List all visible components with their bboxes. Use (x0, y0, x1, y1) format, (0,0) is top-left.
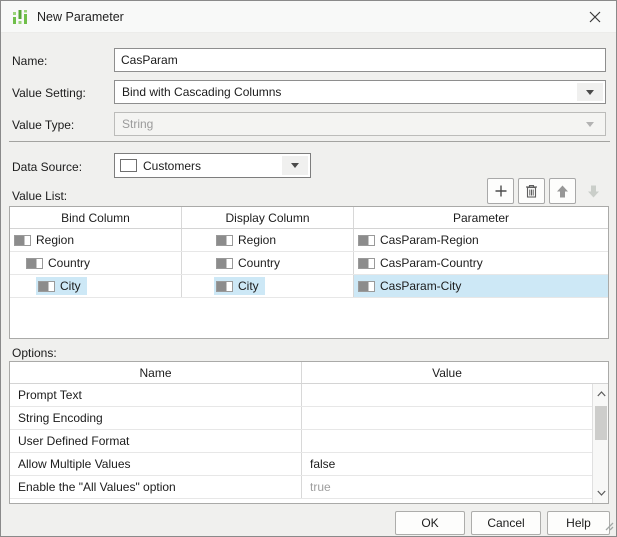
column-header-bind-column: Bind Column (10, 207, 182, 228)
title-bar: New Parameter (1, 1, 616, 33)
options-row[interactable]: String Encoding (10, 407, 608, 430)
value-setting-label: Value Setting: (12, 86, 86, 100)
options-table: Name Value Prompt Text String Encoding U… (9, 361, 609, 504)
scroll-up-icon[interactable] (593, 386, 609, 402)
scrollbar-thumb[interactable] (595, 406, 607, 440)
column-header-display-column: Display Column (182, 207, 354, 228)
field-icon (358, 280, 375, 292)
name-label: Name: (12, 54, 48, 68)
parameter-cell[interactable]: CasParam-Region (354, 229, 608, 251)
resize-grip[interactable] (603, 520, 614, 534)
move-up-button[interactable] (549, 178, 576, 204)
option-value-cell[interactable]: true (302, 476, 592, 498)
option-name-cell: Allow Multiple Values (10, 453, 302, 475)
bind-column-cell[interactable]: City (10, 275, 182, 297)
plus-icon (495, 185, 506, 197)
display-column-cell[interactable]: Country (182, 252, 354, 274)
option-name-cell: Prompt Text (10, 384, 302, 406)
data-source-dropdown[interactable]: Customers (114, 153, 311, 178)
help-button[interactable]: Help (547, 511, 610, 535)
bind-column-cell[interactable]: Region (10, 229, 182, 251)
option-value-cell[interactable] (302, 407, 592, 429)
option-name-cell: String Encoding (10, 407, 302, 429)
field-icon (216, 280, 233, 292)
field-icon (26, 257, 43, 269)
value-list-rows: Region Region CasParam-Region Country Co… (10, 229, 608, 298)
options-row[interactable]: Enable the "All Values" option true (10, 476, 608, 499)
field-icon (14, 234, 31, 246)
value-list-label: Value List: (12, 189, 68, 203)
option-value-cell[interactable] (302, 384, 592, 406)
field-icon (358, 257, 375, 269)
value-list-row[interactable]: City City CasParam-City (10, 275, 608, 298)
close-button[interactable] (580, 1, 610, 32)
value-list-header-row: Bind Column Display Column Parameter (10, 207, 608, 229)
options-row[interactable]: Allow Multiple Values false (10, 453, 608, 476)
value-list-row[interactable]: Region Region CasParam-Region (10, 229, 608, 252)
close-x-icon (589, 11, 601, 22)
field-icon (216, 234, 233, 246)
display-column-cell[interactable]: City (182, 275, 354, 297)
column-header-name: Name (10, 362, 302, 383)
value-setting-dropdown[interactable]: Bind with Cascading Columns (114, 80, 606, 104)
value-type-dropdown: String (114, 112, 606, 136)
options-header-row: Name Value (10, 362, 608, 384)
cancel-button[interactable]: Cancel (471, 511, 541, 535)
column-header-value: Value (432, 365, 462, 380)
value-type-value: String (122, 117, 154, 131)
column-header-parameter: Parameter (452, 210, 510, 225)
value-list-row[interactable]: Country Country CasParam-Country (10, 252, 608, 275)
value-list-toolbar (487, 178, 607, 204)
dialog-title: New Parameter (37, 10, 124, 24)
section-divider (9, 141, 610, 142)
parameter-cell[interactable]: CasParam-City (354, 275, 608, 297)
bind-column-cell[interactable]: Country (10, 252, 182, 274)
trash-icon (526, 184, 537, 198)
field-icon (38, 280, 55, 292)
option-value-cell[interactable]: false (302, 453, 592, 475)
value-setting-dropdown-button[interactable] (577, 83, 603, 101)
data-source-label: Data Source: (12, 160, 83, 174)
value-list-table: Bind Column Display Column Parameter Reg… (9, 206, 609, 339)
display-column-cell[interactable]: Region (182, 229, 354, 251)
table-icon (120, 159, 137, 172)
scroll-down-icon[interactable] (593, 485, 609, 501)
arrow-up-icon (557, 185, 568, 197)
value-type-label: Value Type: (12, 118, 75, 132)
data-source-dropdown-button[interactable] (282, 156, 308, 175)
options-row[interactable]: Prompt Text (10, 384, 608, 407)
options-rows: Prompt Text String Encoding User Defined… (10, 384, 608, 499)
parameter-cell[interactable]: CasParam-Country (354, 252, 608, 274)
chevron-down-icon (291, 163, 299, 168)
chevron-down-icon (586, 89, 594, 95)
new-parameter-dialog: New Parameter Name: Value Setting: Bind … (0, 0, 617, 537)
add-button[interactable] (487, 178, 514, 204)
value-setting-value: Bind with Cascading Columns (122, 85, 282, 99)
chevron-down-icon (586, 121, 594, 127)
options-header-scroll-spacer (592, 362, 608, 383)
options-label: Options: (12, 346, 57, 360)
option-name-cell: Enable the "All Values" option (10, 476, 302, 498)
field-icon (216, 257, 233, 269)
name-input[interactable] (114, 48, 606, 72)
value-type-dropdown-button (577, 115, 603, 133)
option-name-cell: User Defined Format (10, 430, 302, 452)
options-row[interactable]: User Defined Format (10, 430, 608, 453)
arrow-down-icon (588, 185, 599, 197)
ok-button[interactable]: OK (395, 511, 465, 535)
parameter-sliders-icon (11, 8, 29, 26)
option-value-cell[interactable] (302, 430, 592, 452)
delete-button[interactable] (518, 178, 545, 204)
options-scrollbar[interactable] (592, 384, 608, 503)
field-icon (358, 234, 375, 246)
move-down-button (580, 178, 607, 204)
